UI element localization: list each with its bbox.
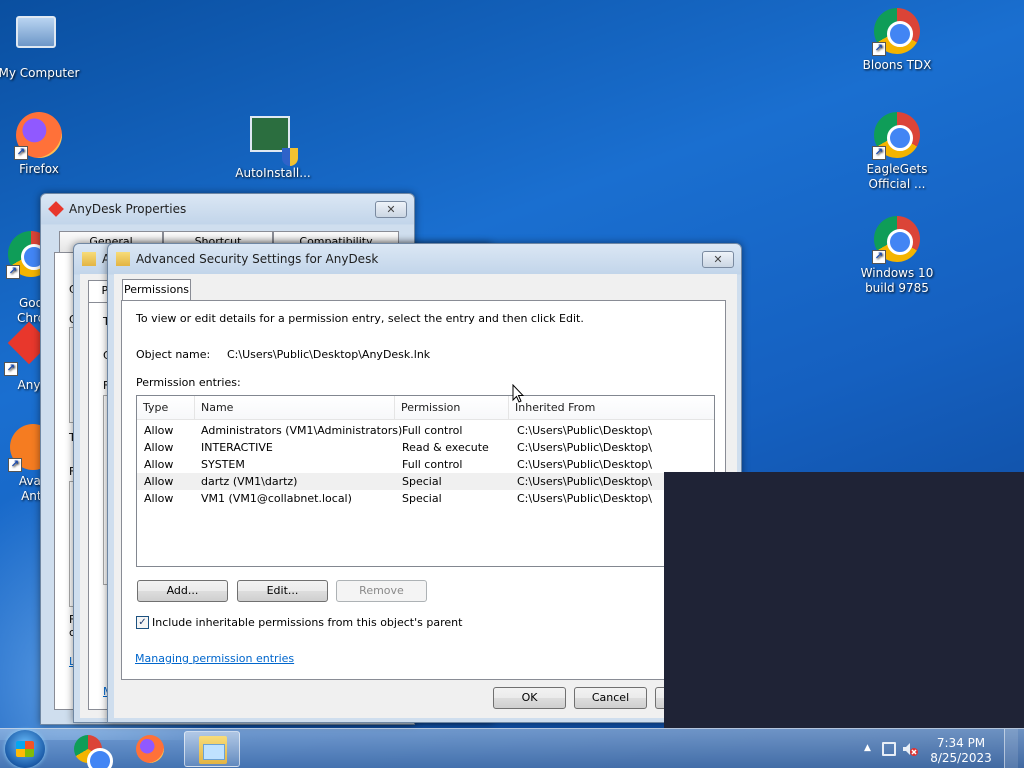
desktop-icon-bloons-tdx[interactable]: ↗ Bloons TDX: [852, 8, 942, 73]
column-header-inherited-from[interactable]: Inherited From: [509, 396, 714, 420]
desktop-icon-autoinstall[interactable]: AutoInstall...: [228, 116, 318, 181]
cell-name: Administrators (VM1\Administrators): [201, 424, 403, 437]
desktop-icon-label: Bloons TDX: [862, 58, 932, 72]
table-row[interactable]: Allow dartz (VM1\dartz) Special C:\Users…: [137, 473, 714, 490]
cell-type: Allow: [144, 475, 174, 488]
ok-button[interactable]: OK: [493, 687, 566, 709]
permission-entries-label: Permission entries:: [136, 376, 241, 389]
table-row[interactable]: Allow INTERACTIVE Read & execute C:\User…: [137, 439, 714, 456]
desktop-icon-eaglegets[interactable]: ↗ EagleGets Official ...: [852, 112, 942, 192]
chrome-icon: [74, 735, 113, 768]
edit-button[interactable]: Edit...: [237, 580, 328, 602]
cancel-button[interactable]: Cancel: [574, 687, 647, 709]
desktop-icon-my-computer[interactable]: My Computer: [0, 10, 84, 81]
cell-name: dartz (VM1\dartz): [201, 475, 298, 488]
dark-overlay-region: [664, 472, 1024, 728]
column-header-permission[interactable]: Permission: [395, 396, 509, 420]
clock[interactable]: 7:34 PM 8/25/2023: [926, 736, 996, 766]
computer-icon: [16, 16, 62, 62]
window-title: Advanced Security Settings for AnyDesk: [136, 252, 379, 266]
object-name-value: C:\Users\Public\Desktop\AnyDesk.lnk: [227, 348, 431, 361]
table-row[interactable]: Allow VM1 (VM1@collabnet.local) Special …: [137, 490, 714, 507]
cell-permission: Read & execute: [402, 441, 489, 454]
cell-inherited: C:\Users\Public\Desktop\: [517, 492, 652, 505]
show-desktop-button[interactable]: [1004, 729, 1018, 768]
remove-button[interactable]: Remove: [336, 580, 427, 602]
shortcut-arrow-icon: ↗: [872, 250, 886, 264]
include-inheritable-label[interactable]: Include inheritable permissions from thi…: [152, 616, 462, 629]
chrome-icon: ↗: [872, 216, 920, 264]
desktop-icon-label: EagleGets Official ...: [866, 162, 928, 191]
cell-type: Allow: [144, 492, 174, 505]
table-row[interactable]: Allow SYSTEM Full control C:\Users\Publi…: [137, 456, 714, 473]
shortcut-arrow-icon: ↗: [872, 42, 886, 56]
folder-icon: [199, 736, 227, 764]
cell-inherited: C:\Users\Public\Desktop\: [517, 458, 652, 471]
shortcut-arrow-icon: ↗: [14, 146, 28, 160]
firefox-icon: [136, 735, 164, 763]
instructions-text: To view or edit details for a permission…: [136, 312, 584, 325]
cell-permission: Special: [402, 475, 442, 488]
folder-icon: [116, 252, 130, 266]
folder-icon: [82, 252, 96, 266]
shortcut-arrow-icon: ↗: [872, 146, 886, 160]
list-header: Type Name Permission Inherited From: [137, 396, 714, 420]
cell-name: INTERACTIVE: [201, 441, 273, 454]
network-icon[interactable]: [882, 742, 896, 756]
cell-permission: Full control: [402, 424, 463, 437]
chrome-icon: ↗: [872, 112, 920, 160]
shortcut-arrow-icon: ↗: [6, 265, 20, 279]
clock-time: 7:34 PM: [936, 736, 986, 750]
desktop-icon-label: Firefox: [19, 162, 59, 176]
cell-permission: Full control: [402, 458, 463, 471]
taskbar: ▲ 7:34 PM 8/25/2023: [0, 728, 1024, 768]
cell-name: SYSTEM: [201, 458, 245, 471]
firefox-icon: ↗: [14, 112, 62, 160]
cell-type: Allow: [144, 424, 174, 437]
mouse-cursor-icon: [512, 384, 524, 403]
anydesk-icon: [48, 201, 64, 217]
taskbar-firefox[interactable]: [122, 731, 178, 767]
start-button[interactable]: [5, 730, 45, 768]
clock-date: 8/25/2023: [930, 751, 992, 765]
shortcut-arrow-icon: ↗: [8, 458, 22, 472]
permission-entries-list[interactable]: Type Name Permission Inherited From Allo…: [136, 395, 715, 567]
installer-icon: [250, 116, 296, 162]
close-button[interactable]: ✕: [375, 201, 407, 218]
include-inheritable-checkbox[interactable]: ✓: [136, 616, 149, 629]
title-bar[interactable]: AnyDesk Properties ✕: [41, 194, 414, 224]
cell-name: VM1 (VM1@collabnet.local): [201, 492, 352, 505]
window-title: AnyDesk Properties: [69, 202, 187, 216]
cell-permission: Special: [402, 492, 442, 505]
cell-inherited: C:\Users\Public\Desktop\: [517, 424, 652, 437]
cell-inherited: C:\Users\Public\Desktop\: [517, 441, 652, 454]
cell-inherited: C:\Users\Public\Desktop\: [517, 475, 652, 488]
close-button[interactable]: ✕: [702, 251, 734, 268]
taskbar-chrome[interactable]: [60, 731, 116, 768]
chrome-icon: ↗: [872, 8, 920, 56]
taskbar-explorer[interactable]: [184, 731, 240, 767]
shortcut-arrow-icon: ↗: [4, 362, 18, 376]
volume-muted-icon[interactable]: [902, 741, 918, 757]
desktop-icon-firefox[interactable]: ↗ Firefox: [0, 112, 84, 177]
managing-permission-entries-link[interactable]: Managing permission entries: [135, 652, 294, 665]
column-header-type[interactable]: Type: [137, 396, 195, 420]
cell-type: Allow: [144, 458, 174, 471]
show-hidden-icons-button[interactable]: ▲: [864, 743, 871, 753]
desktop-icon-windows10-build[interactable]: ↗ Windows 10 build 9785: [852, 216, 942, 296]
desktop-icon-label: Windows 10 build 9785: [860, 266, 934, 295]
desktop-icon-label: AutoInstall...: [235, 166, 311, 180]
title-bar[interactable]: Advanced Security Settings for AnyDesk ✕: [108, 244, 741, 274]
add-button[interactable]: Add...: [137, 580, 228, 602]
table-row[interactable]: Allow Administrators (VM1\Administrators…: [137, 422, 714, 439]
system-tray: ▲ 7:34 PM 8/25/2023: [858, 729, 1018, 768]
column-header-name[interactable]: Name: [195, 396, 395, 420]
cell-type: Allow: [144, 441, 174, 454]
object-name-label: Object name:: [136, 348, 211, 361]
desktop-icon-label: My Computer: [0, 66, 80, 80]
